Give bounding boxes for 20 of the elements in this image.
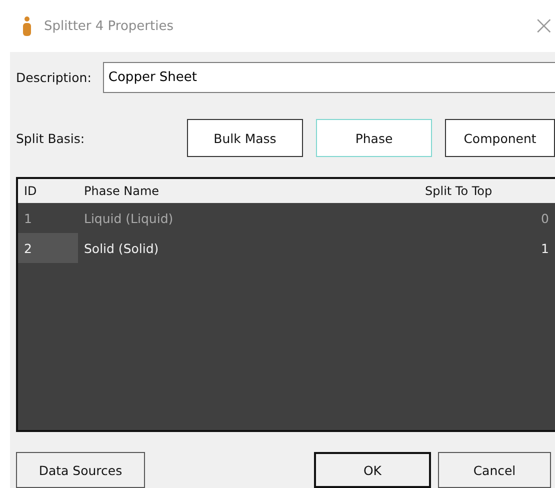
table-cell: 2	[18, 233, 78, 263]
window-title: Splitter 4 Properties	[44, 18, 174, 34]
split-basis-label: Split Basis:	[16, 130, 86, 146]
ok-button[interactable]: OK	[314, 452, 431, 488]
split-basis-button[interactable]: Bulk Mass	[187, 119, 303, 157]
data-sources-button[interactable]: Data Sources	[16, 452, 145, 488]
description-field[interactable]: Copper Sheet	[103, 62, 555, 93]
split-basis-button[interactable]: Component	[445, 119, 555, 157]
table-cell-text: Solid (Solid)	[83, 240, 160, 258]
column-header: ID	[23, 184, 38, 198]
cancel-button[interactable]: Cancel	[438, 452, 551, 488]
split-basis-button[interactable]: Phase	[316, 119, 432, 157]
table-cell-text: 1	[540, 240, 550, 258]
table-cell-text: Liquid (Liquid)	[83, 210, 174, 228]
app-icon	[22, 16, 32, 36]
column-header: Phase Name	[83, 184, 160, 198]
column-header: Split To Top	[425, 184, 494, 198]
table-cell-text: 0	[540, 210, 550, 228]
description-label: Description:	[16, 70, 92, 85]
table-cell-text: 1	[23, 210, 33, 228]
